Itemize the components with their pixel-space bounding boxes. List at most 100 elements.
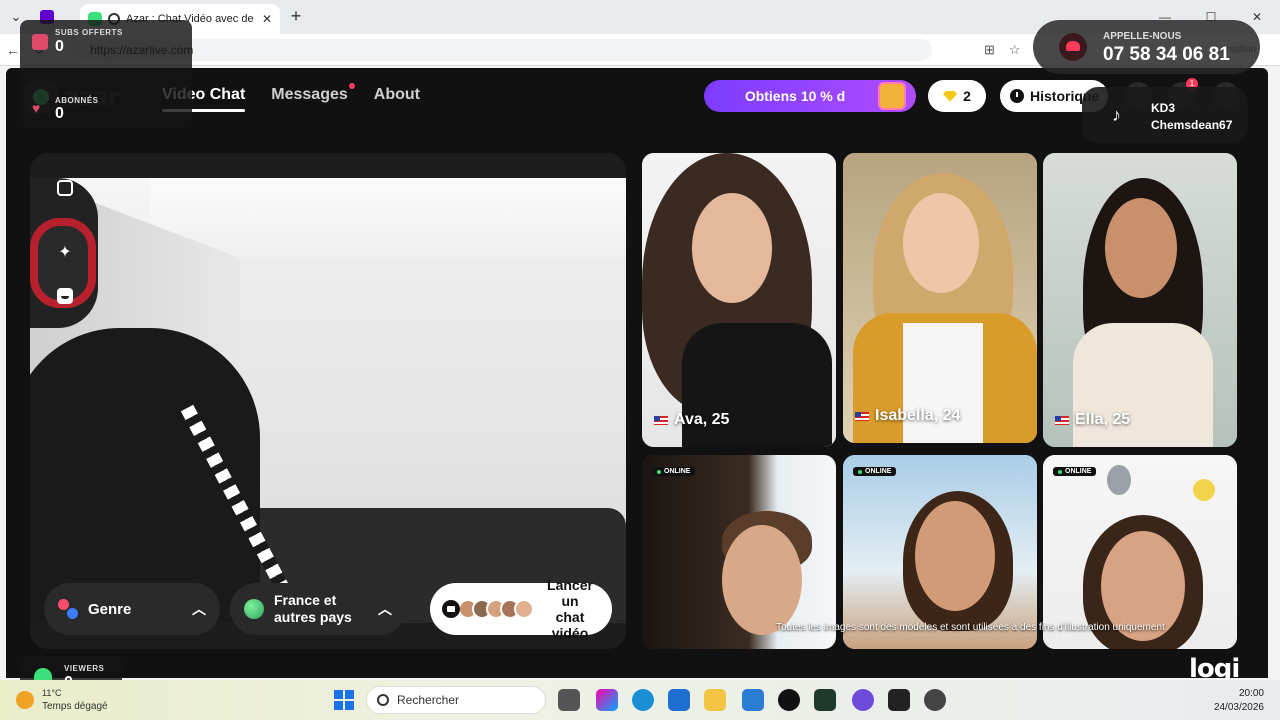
gems-button[interactable]: 2 bbox=[928, 80, 986, 112]
sun-icon bbox=[16, 691, 34, 709]
profile-photo bbox=[1043, 455, 1237, 649]
new-tab-button[interactable]: + bbox=[286, 6, 306, 26]
treasure-chest-icon bbox=[878, 82, 906, 110]
profile-card[interactable]: Ella, 25 bbox=[1043, 153, 1237, 447]
close-tab-icon[interactable]: ✕ bbox=[262, 12, 272, 26]
subs-label: SUBS OFFERTS bbox=[55, 28, 123, 37]
tiktok-app-icon[interactable] bbox=[778, 689, 800, 711]
weather-description: Temps dégagé bbox=[42, 701, 108, 712]
viewers-label: VIEWERS bbox=[64, 664, 105, 673]
call-label: APPELLE-NOUS bbox=[1103, 31, 1182, 42]
tiktok-line1: KD3 bbox=[1151, 101, 1176, 115]
webcam-preview bbox=[30, 178, 626, 623]
globe-icon bbox=[244, 599, 264, 619]
clock-date: 24/03/2026 bbox=[1213, 702, 1264, 713]
capcut-icon[interactable] bbox=[888, 689, 910, 711]
favorite-star-icon[interactable]: ☆ bbox=[1009, 42, 1021, 58]
nav-about[interactable]: About bbox=[374, 86, 420, 104]
terminal-icon[interactable] bbox=[814, 689, 836, 711]
online-badge: ONLINE bbox=[853, 467, 897, 476]
profile-photo bbox=[843, 455, 1037, 649]
country-selector[interactable]: France et autres pays ︿ bbox=[230, 583, 406, 635]
azar-app: azar Video Chat Messages About Obtiens 1… bbox=[6, 68, 1268, 678]
call-number: 07 58 34 06 81 bbox=[1103, 44, 1230, 65]
clock-time: 20:00 bbox=[1238, 688, 1264, 699]
fullscreen-icon[interactable] bbox=[52, 175, 78, 201]
heart-icon: ♥ bbox=[32, 100, 41, 116]
profile-card[interactable]: ONLINE bbox=[843, 455, 1037, 649]
online-badge: ONLINE bbox=[652, 467, 696, 476]
tiktok-overlay: ♪ KD3 Chemsdean67 bbox=[1082, 87, 1248, 143]
copilot-icon[interactable] bbox=[596, 689, 618, 711]
us-flag-icon bbox=[654, 415, 668, 425]
edge-icon[interactable] bbox=[632, 689, 654, 711]
magic-wand-icon[interactable]: ✦ bbox=[52, 239, 78, 265]
gift-icon bbox=[32, 34, 48, 50]
avatar-stack bbox=[458, 599, 534, 619]
abonnes-label: ABONNÉS bbox=[55, 96, 99, 105]
app-icon[interactable] bbox=[852, 689, 874, 711]
windows-start-icon[interactable] bbox=[334, 690, 354, 710]
launch-line1: Lancer bbox=[547, 577, 593, 593]
chevron-up-icon: ︿ bbox=[378, 601, 392, 617]
ceiling bbox=[150, 178, 626, 258]
taskbar-search[interactable]: Rechercher bbox=[366, 686, 546, 714]
promo-label: Obtiens 10 % d bbox=[744, 88, 846, 104]
outlook-icon[interactable] bbox=[742, 689, 764, 711]
launch-line4: vidéo bbox=[551, 625, 589, 641]
profile-name: Ava, 25 bbox=[654, 411, 729, 429]
taskbar: 11°C Temps dégagé Rechercher 20:00 24/03… bbox=[0, 680, 1280, 720]
online-badge: ONLINE bbox=[1053, 467, 1097, 476]
profile-name-text: Ella, 25 bbox=[1075, 411, 1131, 428]
profile-name-text: Isabella, 24 bbox=[875, 407, 961, 424]
us-flag-icon bbox=[855, 411, 869, 421]
obs-icon[interactable] bbox=[924, 689, 946, 711]
store-icon[interactable] bbox=[668, 689, 690, 711]
gems-count: 2 bbox=[963, 88, 971, 104]
clock-icon bbox=[1010, 89, 1024, 103]
genre-label: Genre bbox=[88, 600, 132, 618]
us-flag-icon bbox=[1055, 415, 1069, 425]
chevron-up-icon: ︿ bbox=[192, 601, 206, 617]
launch-line2: un bbox=[561, 593, 579, 609]
launch-line3: chat bbox=[555, 609, 585, 625]
gem-icon bbox=[943, 90, 958, 102]
profile-photo bbox=[642, 153, 836, 447]
profile-photo bbox=[642, 455, 836, 649]
launch-label: Lancer un chat vidéo bbox=[542, 577, 598, 641]
country-label: France et autres pays bbox=[274, 592, 352, 626]
country-label-line2: autres pays bbox=[274, 609, 352, 625]
main-nav: Video Chat Messages About bbox=[162, 83, 420, 112]
profile-card[interactable]: Ava, 25 bbox=[642, 153, 836, 447]
country-label-line1: France et bbox=[274, 592, 337, 608]
extensions-icon[interactable]: ⊞ bbox=[984, 42, 995, 58]
disclaimer-text: Toutes les images sont des modèles et so… bbox=[776, 622, 1165, 633]
tiktok-icon: ♪ bbox=[1112, 105, 1121, 125]
weather-temperature: 11°C bbox=[42, 688, 62, 698]
call-us-overlay: APPELLE-NOUS 07 58 34 06 81 bbox=[1033, 20, 1260, 74]
nav-messages-label: Messages bbox=[271, 86, 348, 103]
gender-icon bbox=[58, 599, 78, 619]
face-filter-icon[interactable] bbox=[52, 283, 78, 309]
stream-stats-overlay: SUBS OFFERTS 0 ♥ ABONNÉS 0 bbox=[20, 20, 192, 128]
file-explorer-icon[interactable] bbox=[704, 689, 726, 711]
launch-video-chat-button[interactable]: Lancer un chat vidéo bbox=[430, 577, 612, 641]
profile-name-text: Ava, 25 bbox=[674, 411, 730, 428]
nav-messages[interactable]: Messages bbox=[271, 83, 355, 104]
profile-card[interactable]: ONLINE bbox=[1043, 455, 1237, 649]
notification-dot bbox=[348, 83, 355, 89]
promo-button[interactable]: Obtiens 10 % d bbox=[704, 80, 916, 112]
task-view-icon[interactable] bbox=[558, 689, 580, 711]
avatar bbox=[514, 599, 534, 619]
profile-name: Isabella, 24 bbox=[855, 407, 960, 425]
profile-photo bbox=[843, 153, 1037, 443]
url-field[interactable]: https://azarlive.com bbox=[72, 39, 932, 61]
video-camera-icon bbox=[442, 600, 460, 618]
profile-card[interactable]: Isabella, 24 bbox=[843, 153, 1037, 443]
abonnes-value: 0 bbox=[55, 105, 64, 122]
profile-card[interactable]: ONLINE bbox=[642, 455, 836, 649]
genre-selector[interactable]: Genre ︿ bbox=[44, 583, 220, 635]
subs-value: 0 bbox=[55, 38, 64, 55]
system-clock[interactable]: 20:00 24/03/2026 bbox=[1214, 687, 1264, 715]
phone-icon bbox=[1059, 33, 1087, 61]
